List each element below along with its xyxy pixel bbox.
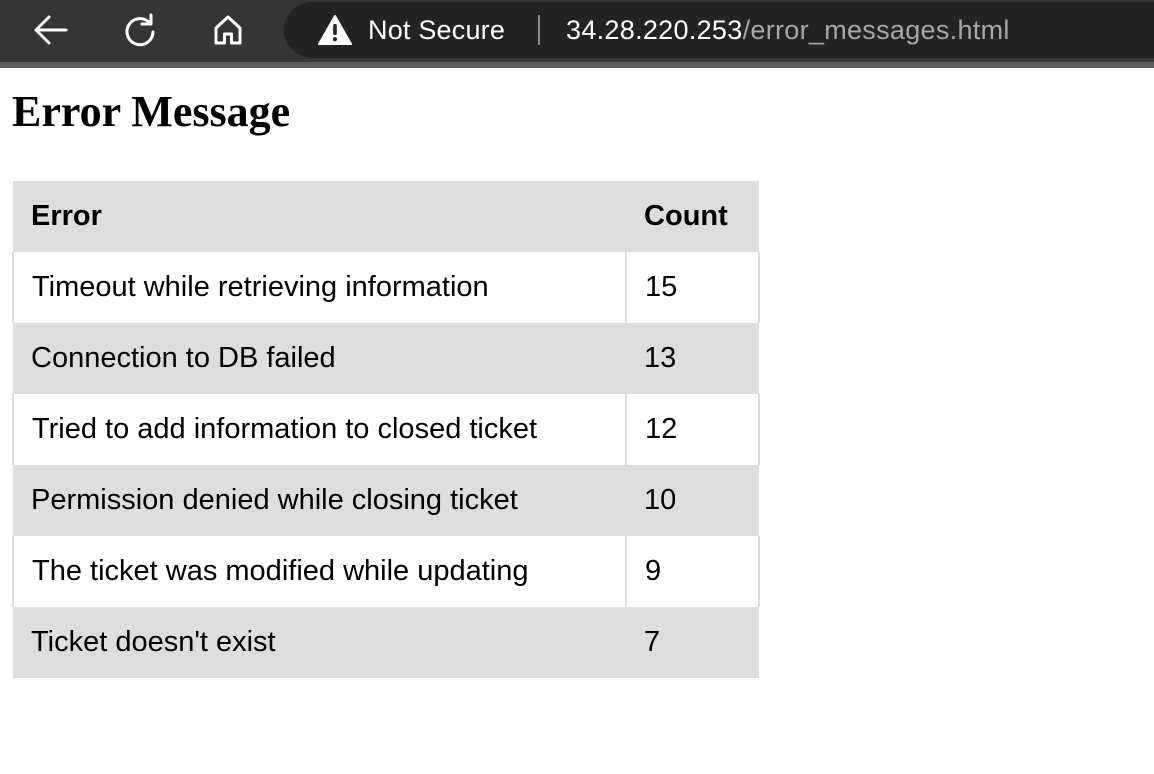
url-host: 34.28.220.253 [566,15,743,45]
page-title: Error Message [12,87,291,136]
home-icon [214,15,242,45]
back-button[interactable] [31,10,71,50]
table-row: Ticket doesn't exist 7 [13,607,759,678]
url-text[interactable]: 34.28.220.253/error_messages.html [566,13,1010,47]
warning-icon [318,15,352,45]
back-arrow-icon [34,15,68,45]
error-cell: Timeout while retrieving information [11,252,628,323]
error-table: Error Count Timeout while retrieving inf… [11,181,760,678]
reload-icon [125,13,155,47]
table-row: Connection to DB failed 13 [13,323,759,394]
count-cell: 7 [644,626,661,658]
table-row: Tried to add information to closed ticke… [11,394,760,465]
count-cell: 15 [625,252,760,323]
count-cell: 10 [644,484,677,516]
reload-button[interactable] [120,10,160,50]
count-cell: 13 [644,342,677,374]
column-header-error: Error [31,200,102,232]
error-cell: Ticket doesn't exist [31,626,276,658]
table-row: Permission denied while closing ticket 1… [13,465,759,536]
error-cell: Permission denied while closing ticket [31,484,518,516]
table-row: Timeout while retrieving information 15 [11,252,760,323]
error-cell: The ticket was modified while updating [11,536,628,607]
column-header-count: Count [644,200,728,232]
url-path: /error_messages.html [742,15,1010,45]
security-label: Not Secure [368,14,506,45]
home-button[interactable] [208,10,248,50]
table-row: The ticket was modified while updating 9 [11,536,760,607]
security-indicator[interactable]: Not Secure [318,10,505,50]
count-cell: 9 [625,536,760,607]
table-header-row: Error Count [13,181,759,252]
count-cell: 12 [625,394,760,465]
error-cell: Tried to add information to closed ticke… [11,394,628,465]
error-cell: Connection to DB failed [31,342,336,374]
omnibox-divider [538,15,540,45]
